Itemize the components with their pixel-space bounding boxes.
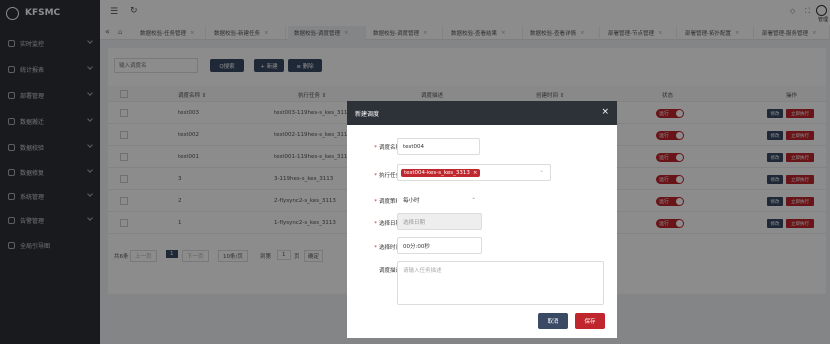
time-label: * 选择时间 bbox=[374, 245, 401, 251]
date-label: * 选择日期 bbox=[374, 221, 401, 227]
policy-value: 每小时 bbox=[403, 197, 420, 204]
tag-close-icon[interactable]: × bbox=[473, 170, 478, 176]
close-icon[interactable]: × bbox=[601, 107, 609, 117]
chevron-down-icon: ⌄ bbox=[539, 168, 544, 174]
task-label: * 执行任务 bbox=[374, 173, 401, 179]
desc-textarea[interactable]: 请输入任务描述 bbox=[397, 261, 604, 305]
dialog-title: 新建调度 bbox=[355, 110, 380, 118]
policy-select[interactable]: 每小时 ⌄ bbox=[397, 191, 481, 208]
task-select[interactable]: test004-kes-s_kes_3313 × ⌄ bbox=[397, 164, 551, 181]
name-field[interactable]: test004 bbox=[397, 138, 480, 155]
new-schedule-dialog: 新建调度 × * 调度名称 test004 * 执行任务 test004-kes-s_… bbox=[347, 101, 617, 338]
name-label: * 调度名称 bbox=[374, 145, 401, 151]
task-tag-label: test004-kes-s_kes_3313 bbox=[404, 169, 470, 176]
cancel-button[interactable]: 取消 bbox=[538, 313, 568, 329]
save-button[interactable]: 保存 bbox=[575, 313, 605, 329]
desc-label: 调度描述 bbox=[378, 268, 401, 274]
task-tag[interactable]: test004-kes-s_kes_3313 × bbox=[401, 168, 481, 177]
chevron-down-icon: ⌄ bbox=[471, 195, 476, 201]
policy-label: * 调度策略 bbox=[374, 199, 401, 205]
date-picker[interactable]: 选择日期 bbox=[397, 213, 482, 230]
dialog-header: 新建调度 × bbox=[347, 101, 617, 125]
time-picker[interactable]: 00分:00秒 bbox=[397, 237, 482, 254]
